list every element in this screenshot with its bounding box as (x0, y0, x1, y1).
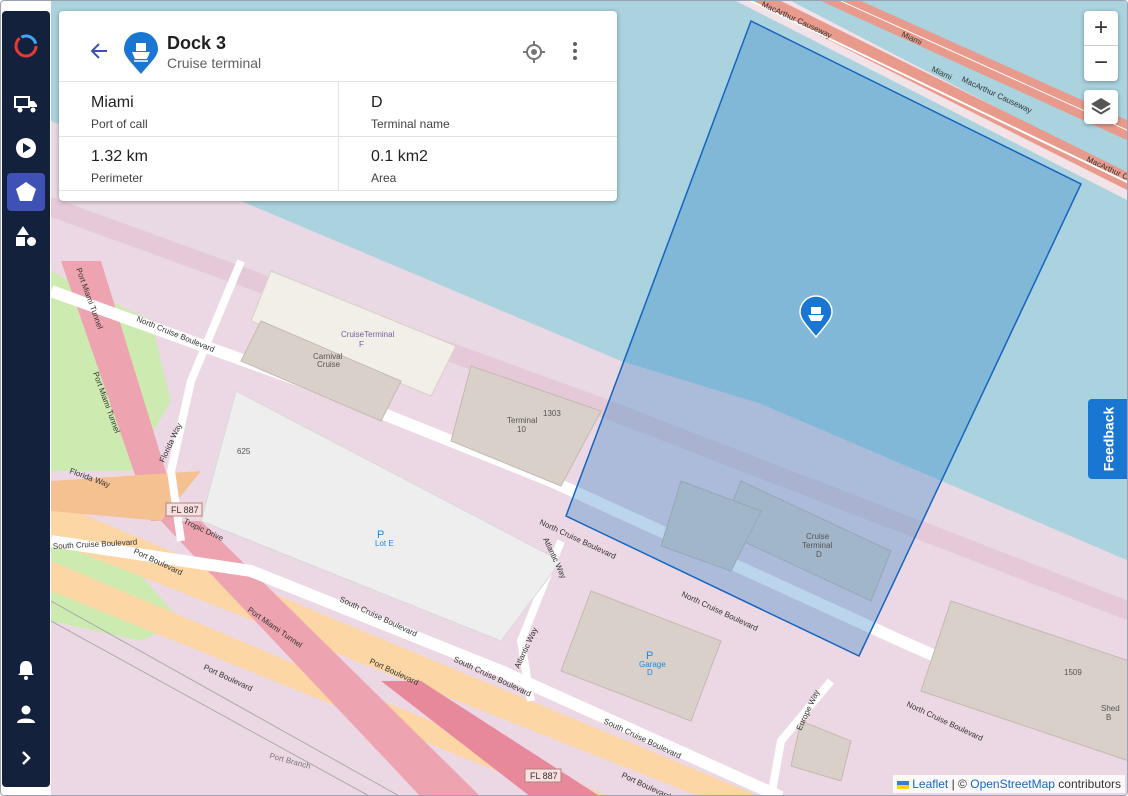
map-label: CruiseTerminal (341, 330, 395, 339)
layers-button[interactable] (1084, 90, 1118, 124)
geofence-info-panel: Dock 3 Cruise terminal Miami Port of cal… (59, 11, 617, 201)
field-value: 1.32 km (91, 148, 148, 165)
openstreetmap-link[interactable]: OpenStreetMap (970, 777, 1055, 791)
map-label: Cruise (806, 532, 830, 541)
page-subtitle: Cruise terminal (167, 55, 262, 71)
map-label: Terminal (802, 541, 832, 550)
app-frame: MacArthur Causeway MacArthur Causeway Ma… (0, 0, 1128, 796)
map-label: 625 (237, 447, 251, 456)
field-label: Port of call (91, 117, 148, 131)
play-icon[interactable] (7, 129, 45, 167)
attribution-suffix: contributors (1058, 777, 1121, 791)
ship-pin-icon (123, 31, 159, 80)
field-area: 0.1 km2 Area (339, 136, 617, 191)
map-label: F (359, 340, 364, 349)
zoom-out-button[interactable]: − (1084, 46, 1118, 80)
layers-icon (1091, 98, 1111, 115)
map-label: 10 (517, 425, 526, 434)
route-shield: FL 887 (524, 768, 562, 783)
zoom-in-button[interactable]: + (1084, 11, 1118, 45)
fleet-icon[interactable] (7, 85, 45, 123)
attribution-separator: | © (951, 777, 967, 791)
feedback-label: Feedback (1100, 406, 1116, 472)
back-arrow-icon[interactable] (89, 41, 109, 66)
user-icon[interactable] (7, 695, 45, 733)
map-label: Terminal (507, 416, 537, 425)
page-title: Dock 3 (167, 33, 227, 53)
more-vert-icon[interactable] (571, 41, 579, 66)
field-terminal-name: D Terminal name (339, 82, 617, 137)
route-shield: FL 887 (165, 502, 203, 517)
field-value: Miami (91, 94, 134, 111)
logo-icon[interactable] (7, 27, 45, 65)
zoom-control: + − (1084, 11, 1118, 81)
map-attribution: Leaflet | © OpenStreetMap contributors (892, 775, 1125, 793)
feedback-button[interactable]: Feedback (1088, 399, 1127, 479)
shapes-icon[interactable] (7, 217, 45, 255)
field-label: Perimeter (91, 171, 144, 185)
bell-icon[interactable] (7, 651, 45, 689)
map-label: D (647, 668, 653, 677)
map-label: Cruise (317, 360, 341, 369)
map-label: Shed (1101, 704, 1120, 713)
field-label: Area (371, 171, 397, 185)
map-label: 1509 (1064, 668, 1082, 677)
ukraine-flag-icon (896, 780, 909, 789)
sidebar (2, 11, 50, 787)
chevron-right-icon[interactable] (7, 739, 45, 777)
field-perimeter: 1.32 km Perimeter (59, 136, 339, 191)
map-label: 1303 (543, 409, 561, 418)
field-label: Terminal name (371, 117, 450, 131)
field-value: D (371, 94, 383, 111)
map-label: Lot E (375, 539, 394, 548)
svg-text:FL 887: FL 887 (171, 505, 199, 515)
field-port-of-call: Miami Port of call (59, 82, 339, 137)
svg-text:FL 887: FL 887 (530, 771, 558, 781)
leaflet-link[interactable]: Leaflet (912, 777, 948, 791)
panel-header: Dock 3 Cruise terminal (59, 11, 617, 82)
map-label: B (1106, 713, 1111, 722)
field-value: 0.1 km2 (371, 148, 428, 165)
locate-icon[interactable] (523, 41, 545, 68)
map-label: D (816, 550, 822, 559)
polygon-icon[interactable] (7, 173, 45, 211)
